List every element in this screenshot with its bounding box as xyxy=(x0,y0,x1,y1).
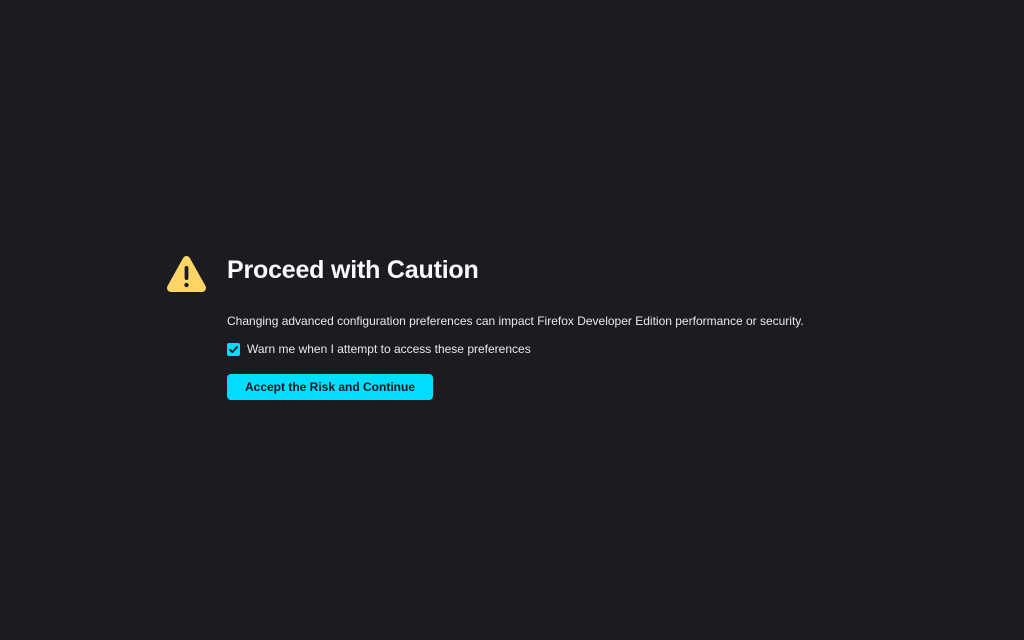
checkmark-icon xyxy=(229,345,238,353)
warn-preference-row[interactable]: Warn me when I attempt to access these p… xyxy=(227,341,927,357)
page-title: Proceed with Caution xyxy=(227,256,479,284)
warning-triangle-icon xyxy=(165,253,208,296)
warn-checkbox-label[interactable]: Warn me when I attempt to access these p… xyxy=(247,341,531,357)
warning-description: Changing advanced configuration preferen… xyxy=(227,314,804,328)
accept-risk-button[interactable]: Accept the Risk and Continue xyxy=(227,374,433,400)
about-config-warning-page: Proceed with Caution Changing advanced c… xyxy=(0,0,1024,640)
warning-content: Proceed with Caution Changing advanced c… xyxy=(227,253,927,400)
warn-checkbox[interactable] xyxy=(227,342,240,356)
